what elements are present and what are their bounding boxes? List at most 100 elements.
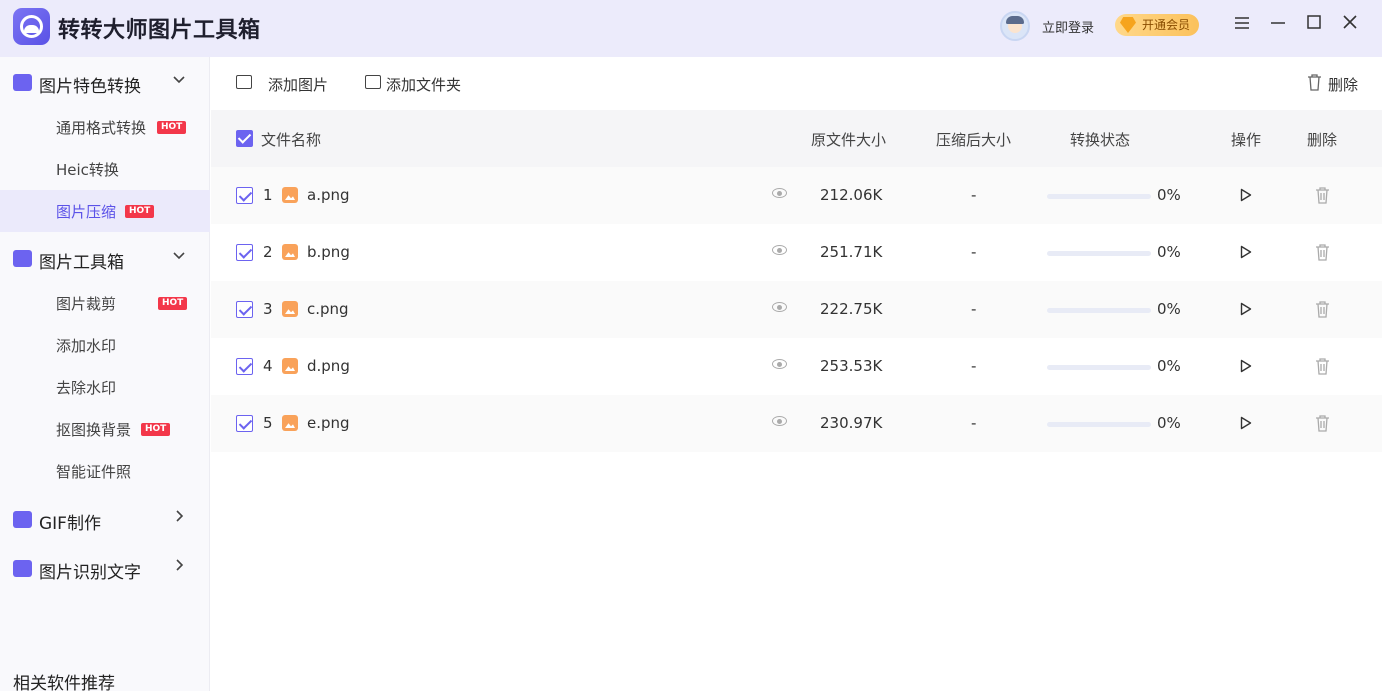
original-size: 230.97K <box>820 414 883 432</box>
trash-icon[interactable] <box>1315 415 1330 432</box>
progress-percent: 0% <box>1157 357 1181 375</box>
play-icon[interactable] <box>1240 416 1252 434</box>
sidebar-item-label: Heic转换 <box>56 161 119 179</box>
table-header: 文件名称 原文件大小 压缩后大小 转换状态 操作 删除 <box>211 110 1382 167</box>
sidebar-item-label: 通用格式转换 <box>56 119 147 137</box>
sidebar-item-heic-convert[interactable]: Heic转换 <box>0 148 210 190</box>
progress-percent: 0% <box>1157 300 1181 318</box>
play-icon[interactable] <box>1240 302 1252 320</box>
vip-button[interactable]: 开通会员 <box>1115 14 1199 36</box>
sidebar-group-label: 图片识别文字 <box>39 563 141 583</box>
image-file-icon <box>282 358 298 374</box>
column-header-status: 转换状态 <box>1070 131 1131 149</box>
file-name: c.png <box>307 300 349 318</box>
trash-icon[interactable] <box>1315 358 1330 375</box>
image-icon <box>236 75 252 89</box>
trash-icon[interactable] <box>1315 244 1330 261</box>
add-folder-button[interactable]: 添加文件夹 <box>386 74 461 95</box>
progress-bar <box>1047 422 1151 427</box>
toolbox-icon <box>13 250 32 267</box>
sidebar-item-label: 添加水印 <box>56 337 117 355</box>
play-icon[interactable] <box>1240 245 1252 263</box>
maximize-icon[interactable] <box>1303 14 1325 36</box>
row-index: 4 <box>263 357 273 375</box>
column-header-delete: 删除 <box>1307 131 1338 149</box>
login-link[interactable]: 立即登录 <box>1042 17 1094 36</box>
preview-eye-icon[interactable] <box>772 302 787 312</box>
sidebar-group-ocr[interactable]: 图片识别文字 <box>0 548 210 588</box>
file-name: a.png <box>307 186 350 204</box>
sidebar-item-add-watermark[interactable]: 添加水印 <box>0 324 210 366</box>
row-checkbox[interactable] <box>236 187 253 204</box>
column-header-comp-size: 压缩后大小 <box>936 131 1012 149</box>
original-size: 212.06K <box>820 186 883 204</box>
app-logo-icon <box>13 8 50 45</box>
table-row: 4 d.png 253.53K - 0% <box>211 338 1382 395</box>
gif-icon <box>13 511 32 528</box>
row-checkbox[interactable] <box>236 358 253 375</box>
preview-eye-icon[interactable] <box>772 188 787 198</box>
user-avatar-icon[interactable] <box>1000 11 1030 41</box>
related-software-link[interactable]: 相关软件推荐 <box>13 669 115 694</box>
compressed-size: - <box>971 357 977 375</box>
hot-badge: HOT <box>158 297 188 310</box>
progress-bar <box>1047 251 1151 256</box>
sidebar-group-label: 图片工具箱 <box>39 253 124 273</box>
delete-all-button[interactable]: 删除 <box>1328 74 1358 95</box>
hot-badge: HOT <box>125 205 155 218</box>
sidebar-group-label: 图片特色转换 <box>39 77 141 97</box>
folder-add-icon <box>365 75 381 89</box>
toolbar: 添加图片 添加文件夹 删除 <box>211 57 1382 110</box>
text-recognition-icon <box>13 560 32 577</box>
trash-icon[interactable] <box>1315 187 1330 204</box>
preview-eye-icon[interactable] <box>772 359 787 369</box>
trash-icon[interactable] <box>1315 301 1330 318</box>
progress-percent: 0% <box>1157 186 1181 204</box>
row-index: 5 <box>263 414 273 432</box>
progress-bar <box>1047 308 1151 313</box>
menu-icon[interactable] <box>1231 14 1253 36</box>
chevron-right-icon <box>172 557 186 576</box>
close-icon[interactable] <box>1339 14 1361 36</box>
sidebar-item-label: 图片压缩 <box>56 203 117 221</box>
row-checkbox[interactable] <box>236 244 253 261</box>
app-title: 转转大师图片工具箱 <box>58 18 261 43</box>
file-name: e.png <box>307 414 350 432</box>
column-header-orig-size: 原文件大小 <box>811 131 887 149</box>
sidebar-item-remove-watermark[interactable]: 去除水印 <box>0 366 210 408</box>
hot-badge: HOT <box>141 423 171 436</box>
sidebar-item-id-photo[interactable]: 智能证件照 <box>0 450 210 492</box>
row-index: 2 <box>263 243 273 261</box>
row-checkbox[interactable] <box>236 301 253 318</box>
compressed-size: - <box>971 300 977 318</box>
sidebar-group-image-toolbox[interactable]: 图片工具箱 <box>0 238 210 278</box>
select-all-checkbox[interactable] <box>236 130 253 147</box>
chevron-down-icon <box>172 71 186 90</box>
row-checkbox[interactable] <box>236 415 253 432</box>
progress-percent: 0% <box>1157 414 1181 432</box>
image-file-icon <box>282 301 298 317</box>
compressed-size: - <box>971 186 977 204</box>
preview-eye-icon[interactable] <box>772 416 787 426</box>
trash-icon <box>1307 74 1322 95</box>
preview-eye-icon[interactable] <box>772 245 787 255</box>
progress-percent: 0% <box>1157 243 1181 261</box>
sidebar-item-image-compress[interactable]: 图片压缩 HOT <box>0 190 210 232</box>
sidebar-item-crop[interactable]: 图片裁剪 HOT <box>0 282 210 324</box>
sidebar-group-feature-convert[interactable]: 图片特色转换 <box>0 62 210 102</box>
play-icon[interactable] <box>1240 188 1252 206</box>
chevron-right-icon <box>172 508 186 527</box>
hot-badge: HOT <box>157 121 187 134</box>
column-header-name: 文件名称 <box>261 131 322 149</box>
diamond-icon <box>1120 17 1136 33</box>
chevron-down-icon <box>172 247 186 266</box>
sidebar-group-gif[interactable]: GIF制作 <box>0 499 210 539</box>
minimize-icon[interactable] <box>1267 14 1289 36</box>
sidebar-group-label: GIF制作 <box>39 514 101 534</box>
add-image-button[interactable]: 添加图片 <box>268 74 328 95</box>
play-icon[interactable] <box>1240 359 1252 377</box>
sidebar-item-cutout-background[interactable]: 抠图换背景 HOT <box>0 408 210 450</box>
sidebar-item-format-convert[interactable]: 通用格式转换 HOT <box>0 106 210 148</box>
original-size: 253.53K <box>820 357 883 375</box>
original-size: 222.75K <box>820 300 883 318</box>
